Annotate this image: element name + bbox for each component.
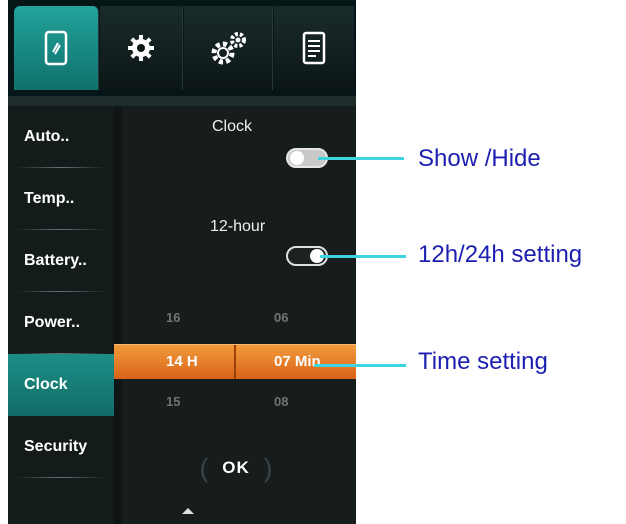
document-icon bbox=[302, 31, 326, 65]
sidebar-item-temp[interactable]: Temp.. bbox=[8, 168, 114, 230]
tab-separator bbox=[8, 96, 356, 106]
scroll-up-icon[interactable] bbox=[182, 508, 194, 514]
callout-time: Time setting bbox=[418, 348, 548, 375]
time-divider bbox=[234, 345, 236, 379]
hour-selected-value[interactable]: 14 H bbox=[166, 353, 198, 370]
ok-button[interactable]: ( OK ) bbox=[189, 454, 283, 482]
callout-line-format bbox=[320, 255, 406, 258]
sidebar-item-auto[interactable]: Auto.. bbox=[8, 106, 114, 168]
hour-format-label: 12-hour bbox=[210, 218, 266, 235]
device-screen: Auto.. Temp.. Battery.. Power.. Clock Se… bbox=[8, 0, 356, 524]
gear-icon bbox=[128, 35, 154, 61]
hour-next-value[interactable]: 15 bbox=[166, 394, 180, 409]
hour-prev-value[interactable]: 16 bbox=[166, 310, 180, 325]
tab-advanced[interactable] bbox=[184, 6, 273, 90]
sidebar-item-security[interactable]: Security bbox=[8, 416, 114, 478]
minute-prev-value[interactable]: 06 bbox=[274, 310, 288, 325]
phone-icon bbox=[44, 30, 68, 66]
sidebar-item-battery[interactable]: Battery.. bbox=[8, 230, 114, 292]
time-picker-selection[interactable]: 14 H 07 Min bbox=[114, 344, 356, 379]
tab-settings[interactable] bbox=[100, 6, 183, 90]
tab-bar bbox=[8, 0, 356, 96]
sidebar-item-clock[interactable]: Clock bbox=[8, 354, 114, 416]
sidebar-item-power[interactable]: Power.. bbox=[8, 292, 114, 354]
clock-label: Clock bbox=[212, 118, 253, 135]
panel-edge bbox=[114, 106, 122, 524]
sidebar-item-label: Security bbox=[24, 438, 88, 455]
sidebar: Auto.. Temp.. Battery.. Power.. Clock Se… bbox=[8, 106, 114, 524]
callout-line-show-hide bbox=[318, 157, 404, 160]
sidebar-item-label: Power.. bbox=[24, 314, 81, 331]
callout-show-hide: Show /Hide bbox=[418, 145, 541, 172]
bracket-left: ( bbox=[199, 453, 209, 483]
bracket-right: ) bbox=[263, 453, 273, 483]
divider bbox=[16, 477, 106, 478]
ok-button-label: OK bbox=[222, 458, 250, 477]
tab-device[interactable] bbox=[14, 6, 99, 90]
minute-selected-value[interactable]: 07 Min bbox=[274, 353, 321, 370]
callout-line-time bbox=[314, 364, 406, 367]
callout-format: 12h/24h setting bbox=[418, 241, 583, 268]
sidebar-item-label: Battery.. bbox=[24, 252, 87, 269]
tab-log[interactable] bbox=[274, 6, 354, 90]
toggle-knob bbox=[290, 151, 304, 165]
sidebar-item-label: Auto.. bbox=[24, 128, 70, 145]
gears-icon bbox=[211, 32, 246, 65]
clock-settings-panel: Clock 12-hour 16 06 14 H 07 Min 15 08 ( … bbox=[114, 106, 356, 524]
sidebar-item-label: Temp.. bbox=[24, 190, 75, 207]
sidebar-item-label: Clock bbox=[24, 376, 68, 393]
minute-next-value[interactable]: 08 bbox=[274, 394, 288, 409]
